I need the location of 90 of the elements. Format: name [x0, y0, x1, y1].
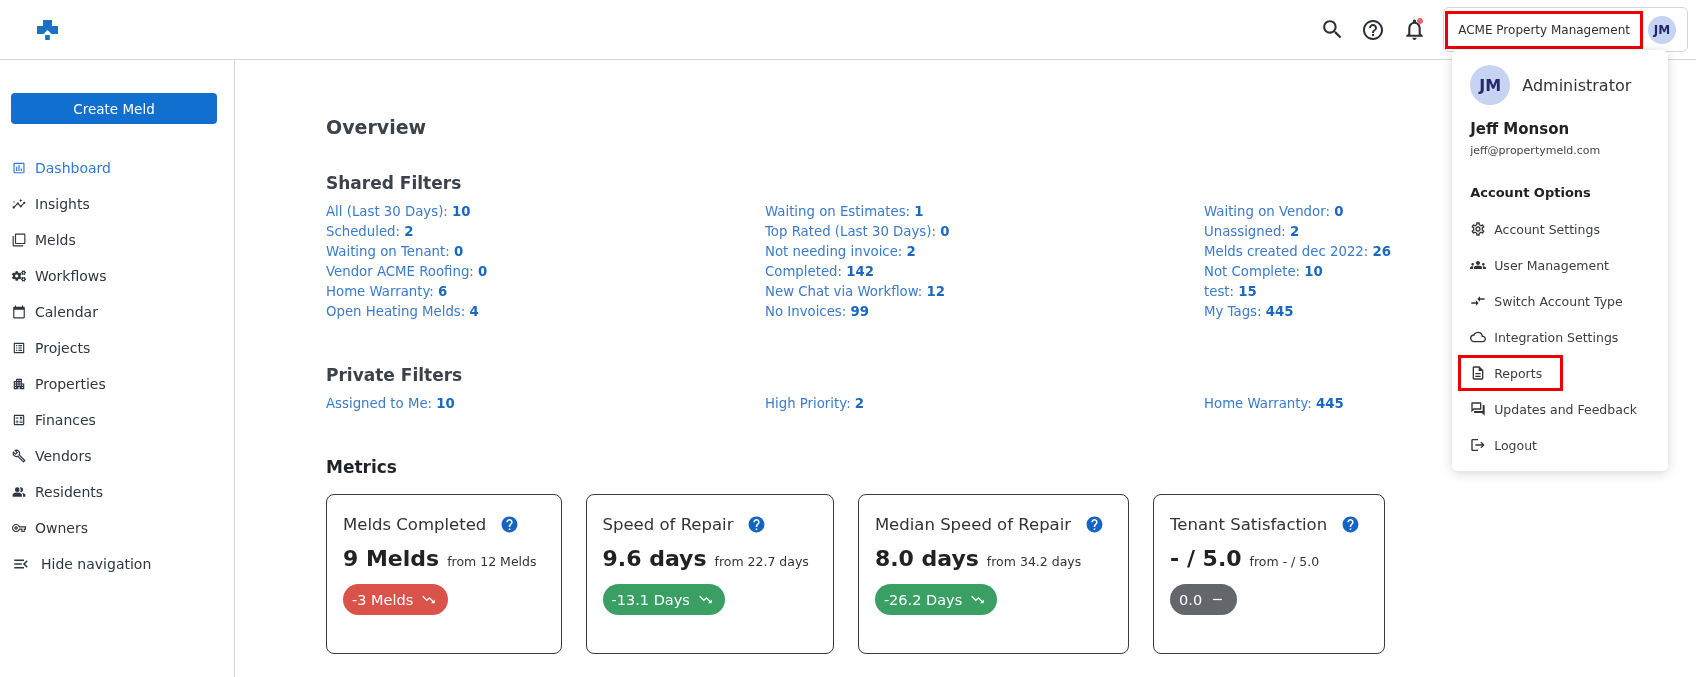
filter-link[interactable]: No Invoices: 99 [765, 302, 869, 322]
calculator-icon [12, 413, 26, 427]
menu-heading: Account Options [1470, 184, 1591, 202]
metric-title: Melds Completed [343, 514, 487, 534]
buildings-icon [12, 377, 26, 391]
nav-item[interactable]: Vendors [11, 438, 216, 474]
metric-title: Tenant Satisfaction [1170, 514, 1328, 534]
settings-icon [1470, 221, 1487, 237]
filter-link[interactable]: Completed: 142 [765, 262, 874, 282]
metric-title: Speed of Repair [602, 514, 734, 534]
help-icon [1085, 514, 1105, 534]
metric-value: 9 Melds [343, 545, 440, 573]
user-avatar: JM [1470, 65, 1511, 105]
filter-link[interactable]: All (Last 30 Days): 10 [326, 202, 471, 222]
metric-baseline: from 34.2 days [986, 553, 1082, 571]
section-heading: Shared Filters [326, 172, 462, 194]
nav-item[interactable]: Owners [11, 510, 216, 546]
logout-icon [1470, 437, 1487, 453]
key-icon [12, 521, 26, 535]
gears-icon [12, 269, 26, 283]
filter-link[interactable]: Home Warranty: 445 [1204, 394, 1344, 414]
help-icon [1341, 514, 1361, 534]
filter-link[interactable]: High Priority: 2 [765, 394, 865, 414]
help-icon [500, 514, 520, 534]
filter-link[interactable]: test: 15 [1204, 282, 1257, 302]
filter-link[interactable]: Open Heating Melds: 4 [326, 302, 479, 322]
metric-value: 8.0 days [874, 545, 979, 573]
section-heading: Metrics [326, 456, 397, 478]
filter-link[interactable]: Waiting on Vendor: 0 [1204, 202, 1344, 222]
menu-item[interactable]: Updates and Feedback [1470, 394, 1637, 424]
nav-item[interactable]: Melds [11, 222, 216, 258]
metric-baseline: from 12 Melds [447, 553, 537, 571]
user-role: Administrator [1522, 75, 1632, 95]
nav-item[interactable]: Finances [11, 402, 216, 438]
nav-item[interactable]: Properties [11, 366, 216, 402]
filter-link[interactable]: Waiting on Tenant: 0 [326, 242, 464, 262]
bar-chart-icon [12, 161, 26, 175]
cloud-icon [1470, 329, 1487, 345]
menu-item[interactable]: Integration Settings [1470, 322, 1619, 352]
filter-link[interactable]: My Tags: 445 [1204, 302, 1294, 322]
metric-value: - / 5.0 [1170, 545, 1242, 573]
account-name: ACME Property Management [1457, 21, 1631, 39]
nav-item[interactable]: Insights [11, 186, 216, 222]
change-text: 0.0 [1179, 591, 1203, 608]
menu-item[interactable]: Switch Account Type [1470, 286, 1623, 316]
filter-link[interactable]: Not Complete: 10 [1204, 262, 1323, 282]
copy-icon [12, 233, 26, 247]
app-logo [37, 19, 58, 40]
metric-title: Median Speed of Repair [874, 514, 1072, 534]
create-meld-button[interactable]: Create Meld [11, 93, 217, 124]
nav-item[interactable]: Workflows [11, 258, 216, 294]
wrench-icon [12, 449, 26, 463]
chat-bubbles-icon [1470, 401, 1487, 417]
menu-item[interactable]: Reports [1470, 358, 1543, 388]
filter-link[interactable]: Home Warranty: 6 [326, 282, 448, 302]
page-title: Overview [326, 115, 427, 139]
filter-link[interactable]: Top Rated (Last 30 Days): 0 [765, 222, 950, 242]
metric-baseline: from 22.7 days [714, 553, 809, 571]
help-icon [747, 514, 767, 534]
filter-link[interactable]: Waiting on Estimates: 1 [765, 202, 924, 222]
help-icon [1361, 17, 1386, 42]
menu-item[interactable]: User Management [1470, 250, 1610, 280]
user-email: jeff@propertymeld.com [1470, 143, 1601, 159]
menu-item[interactable]: Logout [1470, 430, 1538, 460]
user-name: Jeff Monson [1470, 119, 1570, 139]
metric-baseline: from - / 5.0 [1249, 553, 1320, 571]
change-text: -3 Melds [352, 591, 414, 608]
nav-item[interactable]: Dashboard [11, 150, 216, 186]
section-heading: Private Filters [326, 364, 463, 386]
nav-item[interactable]: Residents [11, 474, 216, 510]
filter-link[interactable]: Not needing invoice: 2 [765, 242, 916, 262]
calendar-icon [12, 305, 26, 319]
change-text: -13.1 Days [611, 591, 690, 608]
filter-link[interactable]: Unassigned: 2 [1204, 222, 1300, 242]
filter-link[interactable]: Assigned to Me: 10 [326, 394, 455, 414]
people-icon [12, 485, 26, 499]
menu-item[interactable]: Account Settings [1470, 214, 1600, 244]
nav-item[interactable]: Calendar [11, 294, 216, 330]
user-avatar: JM [1648, 15, 1676, 44]
trend-line-icon [12, 197, 26, 211]
filter-link[interactable]: New Chat via Workflow: 12 [765, 282, 946, 302]
account-switcher[interactable]: ACME Property Management JM [1443, 7, 1688, 52]
nav-item[interactable]: Projects [11, 330, 216, 366]
change-text: -26.2 Days [883, 591, 963, 608]
filter-link[interactable]: Scheduled: 2 [326, 222, 414, 242]
list-icon [12, 341, 26, 355]
metric-value: 9.6 days [602, 545, 707, 573]
filter-link[interactable]: Melds created dec 2022: 26 [1204, 242, 1392, 262]
hide-navigation-button[interactable]: Hide navigation [11, 546, 216, 582]
filter-link[interactable]: Vendor ACME Roofing: 0 [326, 262, 488, 282]
